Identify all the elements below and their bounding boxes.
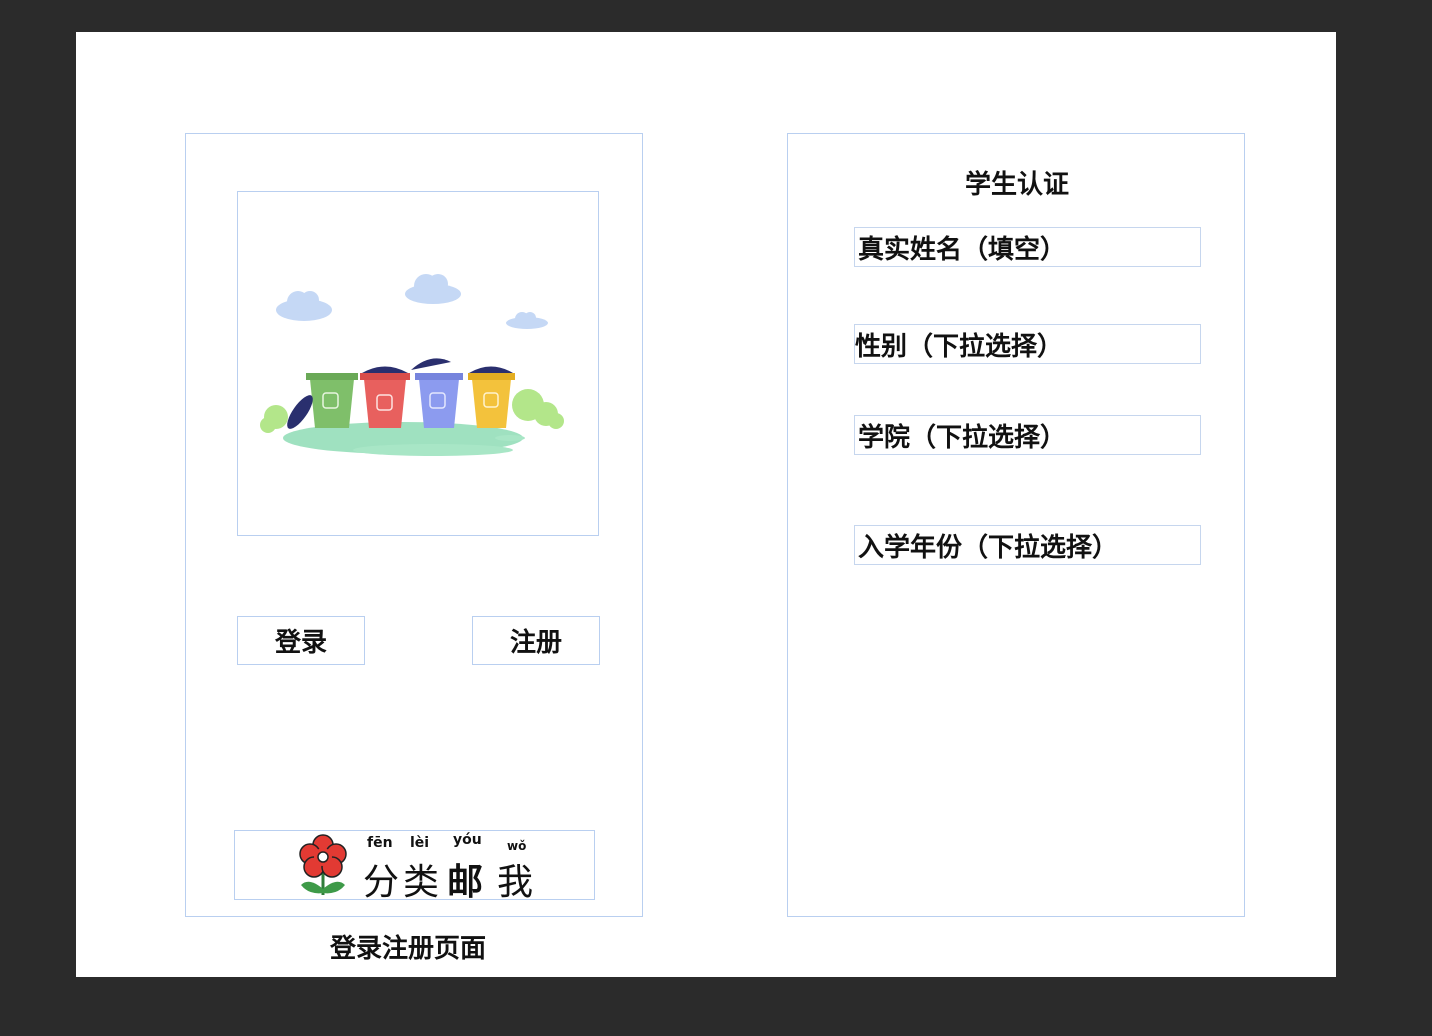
register-button[interactable]: 注册 bbox=[472, 616, 600, 665]
auth-page-title: 学生认证 bbox=[965, 170, 1070, 200]
yellow-bin-icon bbox=[468, 366, 515, 428]
logo-char-fen: 分 bbox=[363, 862, 400, 903]
pinyin-fen: fēn bbox=[367, 835, 393, 851]
cloud-icon bbox=[506, 312, 548, 329]
red-bin-icon bbox=[360, 366, 410, 428]
trash-bins-illustration bbox=[260, 274, 564, 456]
flower-icon bbox=[299, 834, 347, 895]
college-select[interactable]: 学院（下拉选择） bbox=[854, 415, 1201, 455]
pinyin-lei: lèi bbox=[410, 835, 430, 851]
real-name-input[interactable]: 真实姓名（填空） bbox=[854, 227, 1201, 267]
enrollment-year-select[interactable]: 入学年份（下拉选择） bbox=[854, 525, 1201, 565]
logo-char-wo: 我 bbox=[497, 862, 534, 903]
cloud-icon bbox=[276, 291, 332, 321]
artboard: 登录 注册 fēn lèi yóu wǒ 分 类 邮 我 登录注册页面 学生认证… bbox=[76, 32, 1336, 977]
cloud-icon bbox=[405, 274, 461, 304]
pinyin-you: yóu bbox=[453, 832, 482, 848]
green-bin-icon bbox=[287, 373, 358, 429]
pinyin-wo: wǒ bbox=[507, 839, 527, 853]
blue-bin-icon bbox=[411, 358, 463, 428]
logo-pinyin-row: fēn lèi yóu wǒ bbox=[365, 832, 535, 853]
logo-char-you: 邮 bbox=[447, 862, 484, 903]
login-page-caption: 登录注册页面 bbox=[330, 934, 487, 964]
illustration-box bbox=[237, 191, 599, 536]
login-button[interactable]: 登录 bbox=[237, 616, 365, 665]
logo-box: fēn lèi yóu wǒ 分 类 邮 我 bbox=[234, 830, 595, 903]
gender-select[interactable]: 性别（下拉选择） bbox=[854, 324, 1201, 364]
logo-char-lei: 类 bbox=[403, 862, 440, 903]
logo-chars-row: 分 类 邮 我 bbox=[363, 853, 543, 903]
